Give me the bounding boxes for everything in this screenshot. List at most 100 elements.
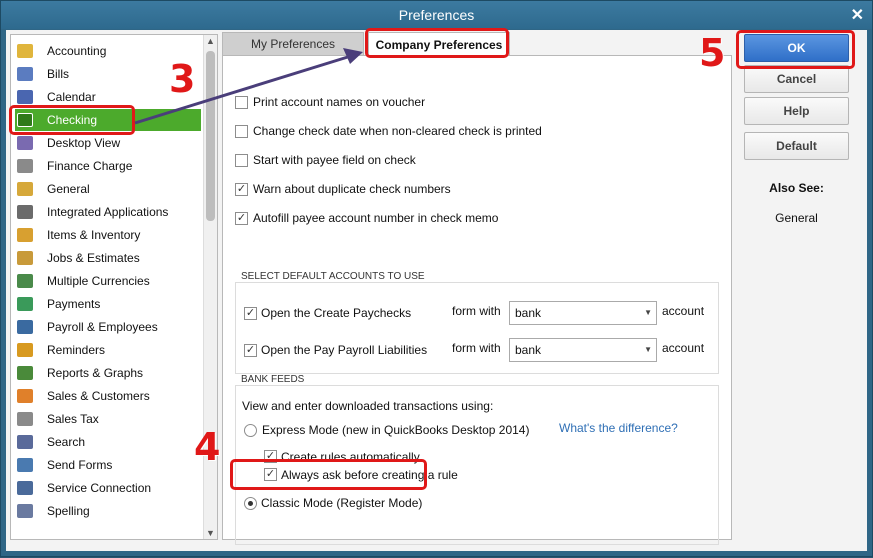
items-inventory-icon (15, 226, 35, 244)
multiple-currencies-icon (15, 272, 35, 290)
option-checkbox[interactable] (235, 154, 248, 167)
form-with-label: form with (452, 304, 501, 318)
sidebar-item-multiple-currencies[interactable]: Multiple Currencies (15, 270, 201, 292)
default-button[interactable]: Default (744, 132, 849, 160)
sidebar-item-reminders[interactable]: Reminders (15, 339, 201, 361)
option-checkbox[interactable]: ✓ (235, 183, 248, 196)
spelling-icon (15, 502, 35, 520)
default-account-checkbox[interactable]: ✓ (244, 344, 257, 357)
sidebar-item-items-inventory[interactable]: Items & Inventory (15, 224, 201, 246)
tab-company-preferences[interactable]: Company Preferences (368, 32, 510, 56)
sidebar-item-payments[interactable]: Payments (15, 293, 201, 315)
sidebar-item-spelling[interactable]: Spelling (15, 500, 201, 522)
sidebar-item-label: Items & Inventory (47, 228, 141, 242)
sidebar-item-service-connection[interactable]: Service Connection (15, 477, 201, 499)
sidebar-item-label: Spelling (47, 504, 90, 518)
sidebar-item-label: Accounting (47, 44, 107, 58)
account-select[interactable]: bank ▼ (509, 301, 657, 325)
option-checkbox[interactable] (235, 125, 248, 138)
option-checkbox[interactable]: ✓ (235, 212, 248, 225)
ok-button[interactable]: OK (744, 34, 849, 62)
accounting-icon (15, 42, 35, 60)
company-preferences-panel: Print account names on voucher Change che… (222, 55, 732, 545)
close-icon[interactable]: ✕ (851, 5, 864, 25)
sidebar-item-label: Finance Charge (47, 159, 133, 173)
sidebar-item-label: Service Connection (47, 481, 152, 495)
annotation-step-4: 4 (194, 425, 221, 469)
general-icon (15, 180, 35, 198)
tab-my-preferences[interactable]: My Preferences (222, 32, 364, 56)
sidebar-item-desktop-view[interactable]: Desktop View (15, 132, 201, 154)
default-account-checkbox[interactable]: ✓ (244, 307, 257, 320)
sidebar-item-search[interactable]: Search (15, 431, 201, 453)
sidebar-item-checking[interactable]: Checking (15, 109, 201, 131)
bank-feeds-intro: View and enter downloaded transactions u… (242, 399, 494, 413)
default-accounts-group: SELECT DEFAULT ACCOUNTS TO USE ✓ Open the… (235, 271, 719, 374)
sidebar-item-label: Bills (47, 67, 70, 81)
account-select[interactable]: bank ▼ (509, 338, 657, 362)
option-label: Print account names on voucher (253, 95, 426, 109)
ask-rule-label: Always ask before creating a rule (281, 468, 458, 482)
classic-mode-radio[interactable] (244, 497, 257, 510)
also-see-title: Also See: (769, 181, 824, 195)
sidebar-item-label: Reminders (47, 343, 106, 357)
jobs-estimates-icon (15, 249, 35, 267)
reminders-icon (15, 341, 35, 359)
sidebar-item-sales-customers[interactable]: Sales & Customers (15, 385, 201, 407)
help-button[interactable]: Help (744, 97, 849, 125)
chevron-down-icon[interactable]: ▼ (644, 302, 652, 324)
preferences-window: Preferences ✕ Accounting Bills Calendar Che… (0, 0, 873, 557)
sidebar-item-finance-charge[interactable]: Finance Charge (15, 155, 201, 177)
sidebar-item-label: Sales & Customers (47, 389, 150, 403)
default-account-label: Open the Create Paychecks (261, 306, 412, 320)
payments-icon (15, 295, 35, 313)
scroll-up-icon[interactable]: ▲ (206, 36, 215, 46)
calendar-icon (15, 88, 35, 106)
sidebar-item-label: Checking (47, 113, 98, 127)
account-suffix-label: account (662, 341, 705, 355)
classic-mode-label: Classic Mode (Register Mode) (261, 496, 423, 510)
option-label: Autofill payee account number in check m… (253, 211, 499, 225)
bank-feeds-title: BANK FEEDS (241, 374, 305, 385)
sidebar-item-send-forms[interactable]: Send Forms (15, 454, 201, 476)
whats-the-difference-link[interactable]: What's the difference? (559, 421, 678, 435)
bills-icon (15, 65, 35, 83)
scroll-down-icon[interactable]: ▼ (206, 528, 215, 538)
title-bar[interactable]: Preferences ✕ (1, 1, 872, 29)
option-label: Start with payee field on check (253, 153, 416, 167)
checking-icon (15, 111, 35, 129)
sidebar-item-integrated-applications[interactable]: Integrated Applications (15, 201, 201, 223)
annotation-step-5: 5 (699, 31, 726, 75)
annotation-step-3: 3 (169, 57, 196, 101)
chevron-down-icon[interactable]: ▼ (644, 339, 652, 361)
default-accounts-title: SELECT DEFAULT ACCOUNTS TO USE (241, 271, 425, 282)
account-select-value: bank (515, 343, 542, 357)
sidebar-item-label: Sales Tax (47, 412, 99, 426)
express-mode-radio[interactable] (244, 424, 257, 437)
integrated-applications-icon (15, 203, 35, 221)
ask-rule-checkbox[interactable]: ✓ (264, 468, 277, 481)
sales-tax-icon (15, 410, 35, 428)
dialog-body: Accounting Bills Calendar Checking Desktop V… (6, 30, 867, 551)
create-rules-label: Create rules automatically (281, 450, 420, 464)
sidebar-item-payroll-employees[interactable]: Payroll & Employees (15, 316, 201, 338)
sidebar-item-sales-tax[interactable]: Sales Tax (15, 408, 201, 430)
search-icon (15, 433, 35, 451)
sidebar-item-label: Payments (47, 297, 101, 311)
sidebar-item-label: Calendar (47, 90, 96, 104)
cancel-button[interactable]: Cancel (744, 65, 849, 93)
service-connection-icon (15, 479, 35, 497)
create-rules-checkbox[interactable]: ✓ (264, 450, 277, 463)
default-account-label: Open the Pay Payroll Liabilities (261, 343, 428, 357)
sidebar-item-label: Multiple Currencies (47, 274, 150, 288)
sidebar-item-general[interactable]: General (15, 178, 201, 200)
option-checkbox[interactable] (235, 96, 248, 109)
account-suffix-label: account (662, 304, 705, 318)
also-see-general-link[interactable]: General (744, 211, 849, 225)
sidebar-item-reports-graphs[interactable]: Reports & Graphs (15, 362, 201, 384)
scroll-thumb[interactable] (206, 51, 215, 221)
window-title: Preferences (398, 7, 475, 23)
account-select-value: bank (515, 306, 542, 320)
sidebar-item-label: Integrated Applications (47, 205, 169, 219)
sidebar-item-jobs-estimates[interactable]: Jobs & Estimates (15, 247, 201, 269)
